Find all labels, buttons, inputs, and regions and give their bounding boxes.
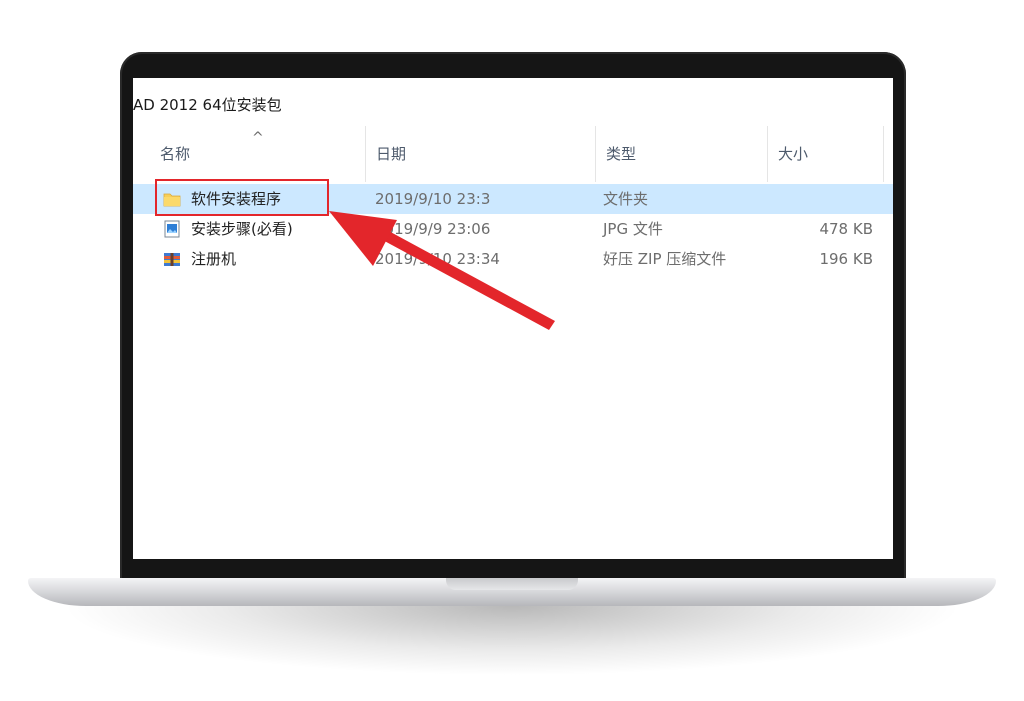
- laptop-notch: [446, 578, 578, 590]
- annotation-arrow-head: [329, 211, 397, 266]
- annotation-arrow: [329, 211, 555, 330]
- laptop-shadow: [60, 606, 964, 676]
- annotation-arrow-shaft: [379, 229, 555, 330]
- file-explorer-window: AD 2012 64位安装包 名称 ^ 日期 类型 大小 软件安装程序 2019…: [133, 78, 893, 559]
